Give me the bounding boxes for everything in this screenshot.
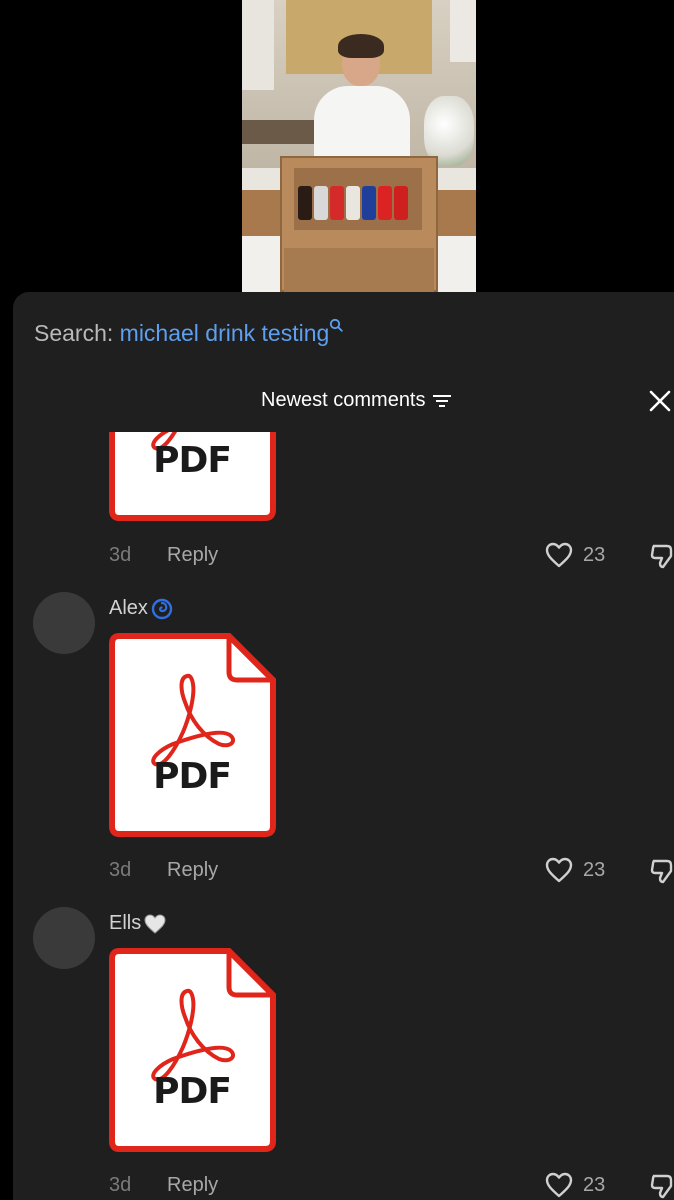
like-count: 23 [583, 544, 606, 566]
comment-age: 3d [109, 1174, 132, 1196]
comment-age: 3d [109, 859, 132, 881]
video-drink-can [330, 186, 344, 220]
comment-username[interactable]: Alex [109, 597, 173, 620]
video-cabinet [242, 0, 274, 90]
avatar[interactable] [33, 592, 95, 654]
pdf-label: PDF [153, 440, 232, 481]
comment-actions: 3d Reply 23 [109, 542, 674, 572]
video-drink-can [346, 186, 360, 220]
comments-sheet: Search: michael drink testing Newest com… [13, 292, 674, 1200]
reply-button[interactable]: Reply [167, 1174, 218, 1197]
heart-outline-icon[interactable] [545, 542, 573, 568]
thumbs-down-icon[interactable] [649, 542, 674, 570]
sort-filter-icon [432, 394, 451, 407]
video-drink-can [314, 186, 328, 220]
cyclone-emoji-icon [151, 598, 173, 619]
heart-outline-icon[interactable] [545, 1172, 573, 1198]
pdf-label: PDF [153, 1071, 232, 1112]
reply-button[interactable]: Reply [167, 859, 218, 882]
pdf-attachment[interactable]: PDF [109, 432, 279, 522]
username-text: Ells [109, 912, 142, 934]
thumbs-down-icon[interactable] [649, 857, 674, 885]
video-box-flap [284, 248, 434, 292]
sort-comments-button[interactable]: Newest comments [261, 389, 452, 412]
search-prefix: Search: [34, 320, 114, 346]
video-drink-bottle [298, 186, 312, 220]
video-drink-can [378, 186, 392, 220]
heart-outline-icon[interactable] [545, 857, 573, 883]
reply-button[interactable]: Reply [167, 544, 218, 567]
comment-actions: 3d Reply 23 [109, 857, 674, 887]
white-heart-emoji-icon [144, 914, 166, 934]
tiktok-comments-screen: Search: michael drink testing Newest com… [0, 0, 674, 1200]
pdf-attachment[interactable]: PDF [109, 632, 279, 838]
search-term-link[interactable]: michael drink testing [120, 320, 330, 346]
video-drink-can [394, 186, 408, 220]
pdf-file-icon [109, 948, 276, 1152]
pdf-attachment[interactable]: PDF [109, 947, 279, 1153]
video-drink-can [362, 186, 376, 220]
comment-actions: 3d Reply 23 [109, 1172, 674, 1200]
comments-list[interactable]: PDF 3d Reply 23 Alex PDF 3d Reply 23 Ell… [13, 432, 674, 1200]
video-person-body [314, 86, 410, 166]
sort-label: Newest comments [261, 389, 426, 411]
like-count: 23 [583, 859, 606, 881]
username-text: Alex [109, 597, 148, 619]
search-icon[interactable] [329, 318, 344, 332]
comment-age: 3d [109, 544, 132, 566]
video-cabinet [450, 0, 476, 62]
like-count: 23 [583, 1174, 606, 1196]
search-suggestion[interactable]: Search: michael drink testing [34, 318, 344, 347]
thumbs-down-icon[interactable] [649, 1172, 674, 1200]
video-shelf [242, 120, 322, 144]
comment-username[interactable]: Ells [109, 912, 166, 935]
video-preview[interactable] [242, 0, 476, 292]
pdf-label: PDF [153, 756, 232, 797]
close-icon[interactable] [647, 388, 673, 414]
video-person-hair [338, 34, 384, 58]
pdf-file-icon [109, 633, 276, 837]
avatar[interactable] [33, 907, 95, 969]
